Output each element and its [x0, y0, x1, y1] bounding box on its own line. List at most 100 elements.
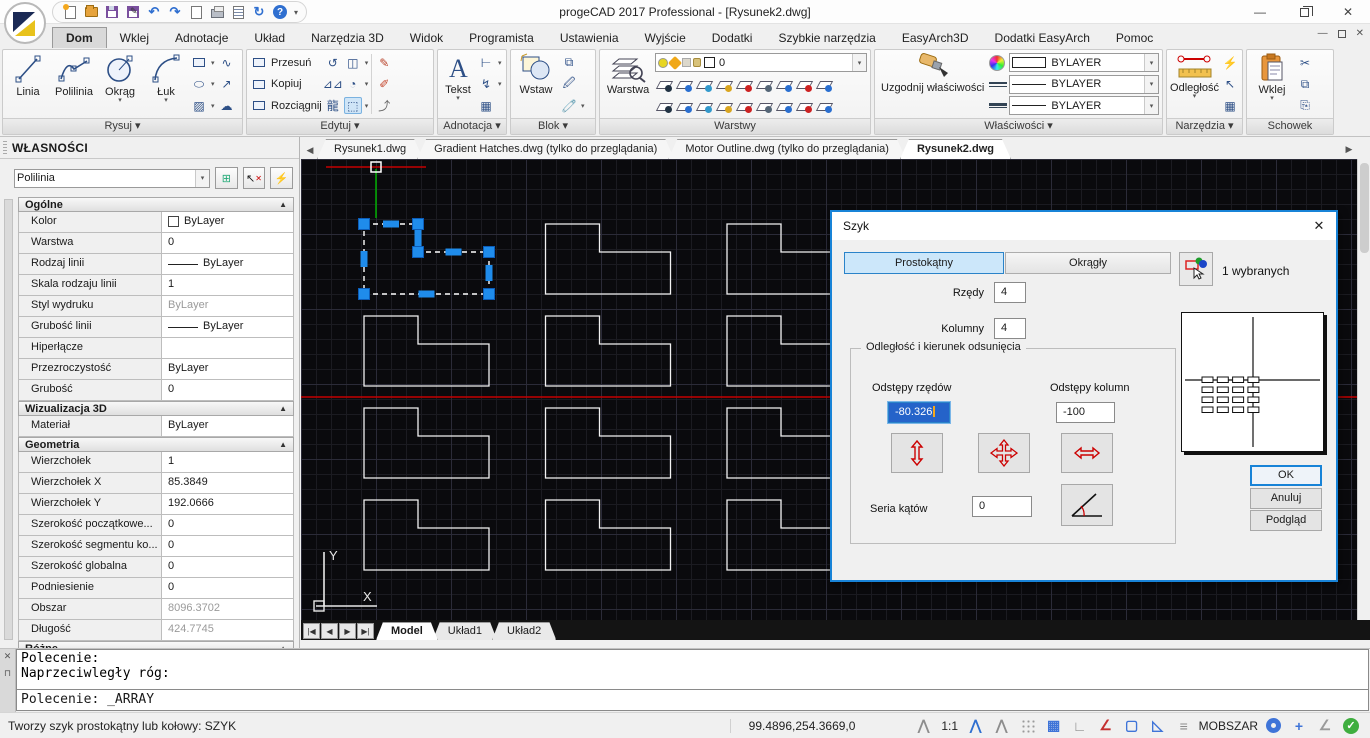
menu-item-dodatki[interactable]: Dodatki	[699, 28, 766, 48]
rows-input[interactable]: 4	[994, 282, 1026, 303]
property-row[interactable]: Szerokość segmentu ko...0	[18, 536, 294, 557]
preview-button[interactable]: Podgląd	[1250, 510, 1322, 531]
rotate-icon[interactable]: ↺	[324, 54, 342, 71]
mdi-minimize-icon[interactable]: —	[1318, 28, 1328, 39]
command-input[interactable]: Polecenie: _ARRAY	[17, 689, 1368, 710]
linetype-combo[interactable]: BYLAYER▾	[1009, 75, 1159, 94]
property-row[interactable]: Szerokość globalna0	[18, 557, 294, 578]
layer-manager-button[interactable]: Warstwa	[603, 52, 653, 116]
midpoint-grip[interactable]	[361, 251, 368, 267]
command-close-icon[interactable]: ✕	[4, 651, 12, 662]
trim-icon[interactable]: ◫	[344, 54, 362, 71]
property-row[interactable]: PrzezroczystośćByLayer	[18, 359, 294, 380]
property-row[interactable]: Warstwa0	[18, 233, 294, 254]
selected-polyline[interactable]	[364, 224, 489, 294]
layer-off-icon[interactable]	[655, 77, 674, 94]
close-button[interactable]: ✕	[1326, 0, 1370, 24]
vertex-grip[interactable]	[359, 219, 370, 230]
layer-unknown-icon[interactable]	[795, 77, 814, 94]
property-row[interactable]: Wierzchołek1	[18, 452, 294, 473]
layer-combo[interactable]: 0 ▾	[655, 53, 867, 72]
property-row[interactable]: Długość424.7745	[18, 620, 294, 641]
mirror-icon[interactable]: ⊿⊿	[324, 76, 342, 93]
property-row[interactable]: Rodzaj liniiByLayer	[18, 254, 294, 275]
layer-set-current-icon[interactable]	[675, 77, 694, 94]
color-combo[interactable]: BYLAYER▾	[1009, 53, 1159, 72]
group-label-modify[interactable]: Edytuj ▾	[247, 118, 433, 134]
smart-cursor-icon[interactable]: ⋀	[965, 716, 987, 736]
prev-tab-icon[interactable]: ◀	[321, 623, 338, 639]
dialog-close-icon[interactable]: ✕	[1310, 217, 1328, 235]
vertex-grip[interactable]	[484, 247, 495, 258]
menu-item-pomoc[interactable]: Pomoc	[1103, 28, 1166, 48]
layout-tab-model[interactable]: Model	[376, 622, 438, 640]
layer-on-icon[interactable]	[655, 98, 674, 115]
redo-icon[interactable]: ↷	[166, 3, 184, 21]
gear-icon[interactable]	[1262, 716, 1284, 736]
layer-merge-icon[interactable]	[795, 98, 814, 115]
menu-item-ustawienia[interactable]: Ustawienia	[547, 28, 632, 48]
fillet-icon[interactable]: ◔	[344, 76, 362, 93]
group-label-properties[interactable]: Właściwości ▾	[875, 118, 1162, 134]
revcloud-icon[interactable]: ☁	[218, 97, 236, 114]
layer-thaw-icon[interactable]	[695, 98, 714, 115]
columns-input[interactable]: 4	[994, 318, 1026, 339]
last-tab-icon[interactable]: ▶|	[357, 623, 374, 639]
quick-props-icon[interactable]: ∠	[1314, 716, 1336, 736]
collapse-icon[interactable]: ▲	[279, 200, 287, 209]
copy-clip-icon[interactable]: ⧉	[1296, 76, 1314, 93]
layer-copy-icon[interactable]	[815, 98, 834, 115]
array-copy-shape[interactable]	[546, 408, 671, 478]
layer-lock-icon[interactable]	[715, 77, 734, 94]
layer-match-icon[interactable]	[775, 77, 794, 94]
collapse-icon[interactable]: ▲	[279, 404, 287, 413]
text-button[interactable]: A Tekst▾	[441, 52, 475, 116]
coordinates-readout[interactable]: 99.4896,254.3669,0	[730, 719, 905, 733]
paste-special-icon[interactable]: ⎘	[1296, 97, 1314, 114]
array-copy-shape[interactable]	[546, 316, 671, 386]
table-icon[interactable]: ▦	[477, 97, 495, 114]
paste-button[interactable]: Wklej▾	[1250, 52, 1294, 116]
section-header-2[interactable]: Geometria▲	[18, 437, 294, 452]
hatch-icon[interactable]: ▨	[190, 97, 208, 114]
move-button[interactable]: Przesuń	[250, 53, 322, 72]
layout-tab-układ1[interactable]: Układ1	[433, 622, 497, 640]
layer-check-icon[interactable]	[755, 98, 774, 115]
property-row[interactable]: Wierzchołek Y192.0666	[18, 494, 294, 515]
snap-compass-icon[interactable]: ⋀	[913, 716, 935, 736]
polar-tracking-icon[interactable]: ∠	[1095, 716, 1117, 736]
filter-lightning-icon[interactable]: ⚡	[1221, 54, 1239, 71]
pick-angle-button[interactable]	[1061, 484, 1113, 526]
canvas-scrollbar[interactable]	[1357, 159, 1370, 620]
mdi-close-icon[interactable]: ✕	[1356, 28, 1364, 39]
group-label-annotation[interactable]: Adnotacja ▾	[438, 118, 506, 134]
vertex-grip[interactable]	[413, 247, 424, 258]
grid-dots-icon[interactable]	[1017, 716, 1039, 736]
selection-mode-icon[interactable]: ⬚	[344, 97, 362, 114]
property-row[interactable]: Grubość liniiByLayer	[18, 317, 294, 338]
attribute-icon[interactable]: 🖉	[560, 76, 578, 93]
menu-item-widok[interactable]: Widok	[397, 28, 456, 48]
property-row[interactable]: MateriałByLayer	[18, 416, 294, 437]
menu-item-wklej[interactable]: Wklej	[107, 28, 162, 48]
annotation-scale[interactable]: 1:1	[939, 716, 961, 736]
distance-button[interactable]: Odległość▾	[1170, 52, 1219, 116]
array-copy-shape[interactable]	[364, 500, 489, 570]
line-button[interactable]: Linia	[6, 52, 50, 116]
print-icon[interactable]	[208, 3, 226, 21]
save-as-icon[interactable]	[124, 3, 142, 21]
qat-overflow-icon[interactable]: ▾	[294, 8, 298, 17]
menu-item-easyarch3d[interactable]: EasyArch3D	[889, 28, 982, 48]
xref-attach-icon[interactable]: 🧷	[560, 97, 578, 114]
layer-unlock-icon[interactable]	[715, 98, 734, 115]
angle-input[interactable]: 0	[972, 496, 1032, 517]
tab-polar[interactable]: Okrągły	[1005, 252, 1171, 274]
midpoint-grip[interactable]	[486, 265, 493, 281]
array-copy-shape[interactable]	[364, 316, 489, 386]
property-row[interactable]: Szerokość początkowe...0	[18, 515, 294, 536]
spline-icon[interactable]: ∿	[218, 54, 236, 71]
menu-item-narz-dzia-3d[interactable]: Narzędzia 3D	[298, 28, 397, 48]
rectangle-icon[interactable]	[190, 54, 208, 71]
restore-button[interactable]	[1282, 0, 1326, 24]
collapse-icon[interactable]: ▲	[279, 440, 287, 449]
